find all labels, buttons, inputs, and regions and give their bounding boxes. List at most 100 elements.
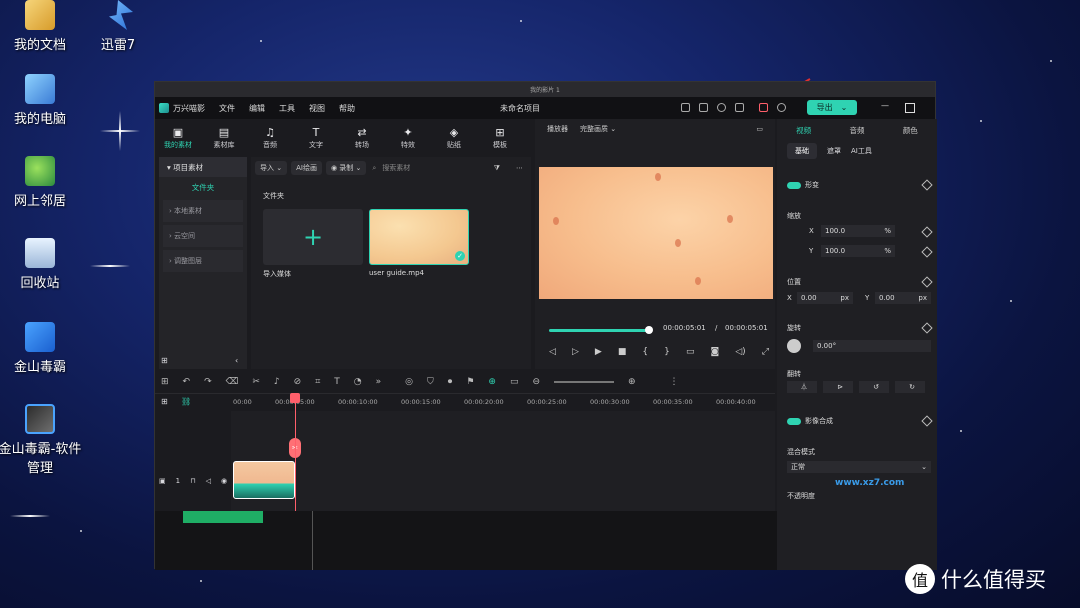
menu-file[interactable]: 文件 [219,103,235,114]
subtitle-icon[interactable]: ▭ [510,377,519,387]
shield-icon[interactable]: ⛉ [427,377,434,387]
rotation-field[interactable]: 0.00° [813,340,931,352]
options-icon[interactable]: ⋮ [670,377,679,387]
monitor-icon[interactable]: ▭ [686,347,695,357]
menu-tools[interactable]: 工具 [279,103,295,114]
subtab-ai-tools[interactable]: AI工具 [851,146,872,156]
snapshot-icon[interactable]: ▭ [756,125,763,133]
user-icon[interactable] [777,103,786,112]
flip-vertical-icon[interactable]: ⊳ [823,381,853,393]
more-tools-icon[interactable]: » [376,377,382,387]
scale-y-field[interactable]: 100.0% [821,245,895,257]
timeline-clip[interactable] [233,461,295,499]
export-button[interactable]: 导出 ⌄ [807,100,857,115]
tool-stock-media[interactable]: ▤ 素材库 [201,121,247,155]
fullscreen-icon[interactable]: ⤢ [762,347,769,357]
tool-my-media[interactable]: ▣ 我的素材 [155,121,201,155]
crop-icon[interactable]: ⌗ [315,377,320,387]
keyframe-icon[interactable] [921,415,933,427]
marker-icon[interactable]: ⚑ [466,377,474,387]
playback-progress[interactable] [549,329,649,332]
render-icon[interactable]: ◎ [405,377,413,387]
mark-out-icon[interactable]: } [664,347,670,357]
snap-icon[interactable]: ⊕ [488,377,496,387]
more-icon[interactable]: ⋯ [516,164,523,172]
menu-edit[interactable]: 编辑 [249,103,265,114]
position-y-field[interactable]: 0.00 px [875,292,931,304]
rotate-right-icon[interactable]: ↻ [895,381,925,393]
rotate-left-icon[interactable]: ↺ [859,381,889,393]
tab-color[interactable]: 颜色 [884,125,937,136]
blend-mode-select[interactable]: 正常 ⌄ [787,461,931,473]
link-icon[interactable]: ⛓ [181,397,191,406]
keyframe-icon[interactable] [921,226,933,238]
disable-icon[interactable]: ⊘ [294,377,302,387]
stop-icon[interactable]: ■ [618,347,627,357]
layout-icon[interactable] [681,103,690,112]
keyframe-icon[interactable] [921,276,933,288]
transform-toggle[interactable] [787,181,801,189]
menu-help[interactable]: 帮助 [339,103,355,114]
undo-icon[interactable]: ↶ [183,377,191,387]
tab-video[interactable]: 视频 [777,125,830,136]
desktop-icon-software-manager[interactable]: 金山毒霸-软件管理 [0,404,82,476]
desktop-icon-computer[interactable]: 我的电脑 [0,74,80,127]
track-lock-icon[interactable]: ⊓ [190,477,195,485]
position-x-field[interactable]: 0.00 px [797,292,853,304]
quality-dropdown[interactable]: 完整画质 ⌄ [580,124,616,134]
tool-transitions[interactable]: ⇄ 转场 [339,121,385,155]
apps-icon[interactable] [735,103,744,112]
track-visibility-icon[interactable]: ◉ [221,477,227,485]
desktop-icon-recycle-bin[interactable]: 回收站 [0,238,80,291]
tab-audio[interactable]: 音频 [830,125,883,136]
keyframe-icon[interactable] [921,246,933,258]
keyframe-icon[interactable] [921,322,933,334]
desktop-icon-documents[interactable]: 我的文档 [0,0,80,53]
flip-horizontal-icon[interactable]: ⏃ [787,381,817,393]
split-icon[interactable]: ✂ [252,377,260,387]
cart-icon[interactable] [759,103,768,112]
prev-frame-icon[interactable]: ◁ [549,347,556,357]
redo-icon[interactable]: ↷ [204,377,212,387]
subtab-mask[interactable]: 遮罩 [827,146,841,156]
speed-icon[interactable]: ◔ [354,377,362,387]
camera-icon[interactable]: ◙ [710,347,719,357]
mark-in-icon[interactable]: { [642,347,648,357]
desktop-icon-antivirus[interactable]: 金山毒霸 [0,322,80,375]
minimize-icon[interactable]: — [881,101,889,110]
import-dropdown[interactable]: 导入 ⌄ [255,161,288,175]
search-input[interactable]: 搜索素材 [382,163,410,173]
project-media-header[interactable]: ▾ 项目素材 [159,157,247,177]
tool-templates[interactable]: ⊞ 模板 [477,121,523,155]
new-folder-icon[interactable]: ⊞ [161,356,168,365]
rotation-dial[interactable] [787,339,801,353]
tool-stickers[interactable]: ◈ 贴纸 [431,121,477,155]
playhead[interactable] [295,393,296,511]
maximize-icon[interactable] [905,103,915,113]
play-icon[interactable]: ▶ [595,347,602,357]
text-tool-icon[interactable]: T [334,377,340,387]
collapse-icon[interactable]: ‹ [235,356,238,365]
menu-view[interactable]: 视图 [309,103,325,114]
zoom-in-icon[interactable]: ⊕ [628,377,636,387]
tool-audio[interactable]: ♫ 音频 [247,121,293,155]
tool-text[interactable]: T 文字 [293,121,339,155]
keyframe-icon[interactable] [921,179,933,191]
playback-knob[interactable] [645,326,653,334]
filter-icon[interactable]: ⧩ [494,164,500,173]
add-track-icon[interactable]: ⊞ [161,397,168,406]
audio-split-icon[interactable]: ♪ [274,377,280,387]
record-dropdown[interactable]: ◉ 录制 ⌄ [325,161,367,175]
timeline-ruler[interactable]: ⊞ ⛓ 00:00 00:00:05:00 00:00:10:00 00:00:… [155,393,775,412]
sidebar-item-cloud[interactable]: › 云空间 [163,225,243,247]
desktop-icon-network[interactable]: 网上邻居 [0,156,80,209]
volume-icon[interactable]: ◁) [735,347,745,357]
sidebar-item-local[interactable]: › 本地素材 [163,200,243,222]
sidebar-item-adjustment[interactable]: › 调整图层 [163,250,243,272]
scale-x-field[interactable]: 100.0% [821,225,895,237]
zoom-slider[interactable] [554,381,614,383]
tool-effects[interactable]: ✦ 特效 [385,121,431,155]
zoom-out-icon[interactable]: ⊖ [532,377,540,387]
ai-paint-button[interactable]: AI绘画 [291,161,322,175]
cloud-icon[interactable] [717,103,726,112]
